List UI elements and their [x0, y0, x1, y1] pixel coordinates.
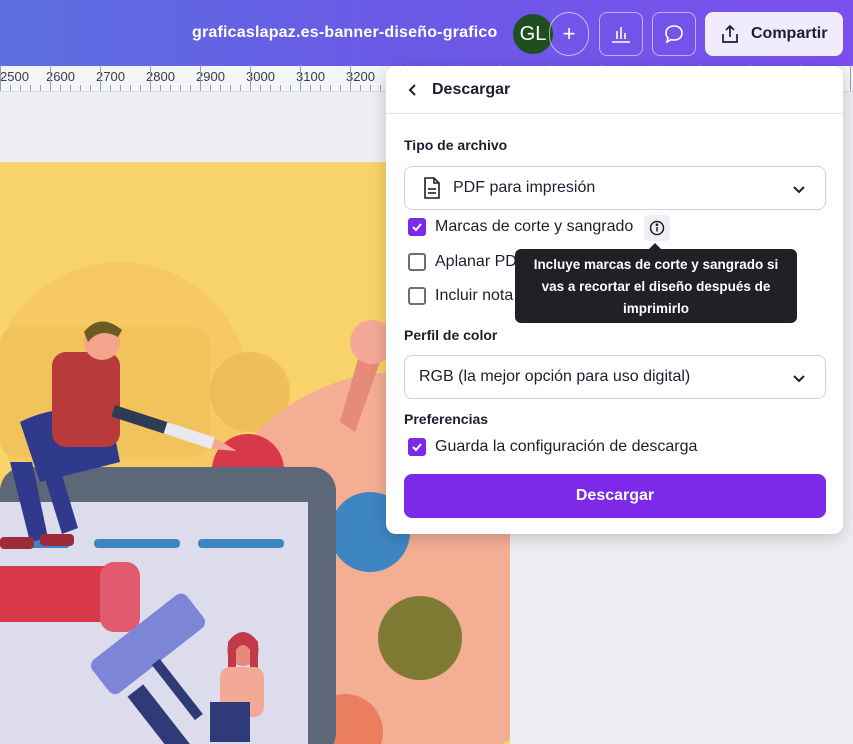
ruler-tick: [310, 85, 311, 91]
ruler-tick: [50, 65, 51, 91]
flatten-pdf-checkbox[interactable]: [408, 253, 426, 271]
ruler-tick: [100, 65, 101, 91]
check-icon: [412, 443, 422, 452]
color-profile-label: Perfil de color: [404, 327, 498, 343]
ruler-tick: [0, 65, 1, 91]
crop-marks-label: Marcas de corte y sangrado: [435, 218, 634, 235]
include-notes-checkbox[interactable]: [408, 287, 426, 305]
back-arrow-icon[interactable]: [406, 83, 420, 97]
ruler-tick: [270, 85, 271, 91]
chevron-down-icon: [793, 375, 805, 383]
ruler-tick: [260, 85, 261, 91]
ruler-tick: [210, 85, 211, 91]
crop-marks-checkbox[interactable]: [408, 218, 426, 236]
ruler-tick: [250, 65, 251, 91]
top-bar: graficaslapaz.es-banner-diseño-grafico G…: [0, 0, 853, 66]
ruler-tick: [130, 85, 131, 91]
include-notes-label: Incluir nota: [435, 287, 514, 304]
ruler-tick: [380, 85, 381, 91]
ruler-tick: [320, 85, 321, 91]
crop-marks-tooltip: Incluye marcas de corte y sangrado si va…: [515, 243, 797, 323]
ruler-tick: [60, 85, 61, 91]
crop-marks-option[interactable]: Marcas de corte y sangrado: [408, 218, 633, 236]
ruler-tick: [290, 85, 291, 91]
insights-button[interactable]: [599, 12, 643, 56]
ruler-tick: [300, 65, 301, 91]
ruler-tick: [190, 85, 191, 91]
share-label: Compartir: [751, 25, 828, 42]
ruler-tick: [150, 65, 151, 91]
color-profile-value: RGB (la mejor opción para uso digital): [419, 368, 691, 385]
include-notes-option[interactable]: Incluir nota: [408, 287, 513, 305]
ruler-tick: [10, 85, 11, 91]
file-type-value: PDF para impresión: [453, 179, 596, 196]
download-button[interactable]: Descargar: [404, 474, 826, 518]
ruler-tick: [40, 85, 41, 91]
chevron-down-icon: [793, 186, 805, 194]
share-button[interactable]: Compartir: [705, 12, 843, 56]
ruler-tick: [350, 65, 351, 91]
ruler-tick: [90, 85, 91, 91]
tooltip-line: Incluye marcas de corte y sangrado si: [533, 257, 779, 272]
ruler-tick: [80, 85, 81, 91]
save-settings-label: Guarda la configuración de descarga: [435, 438, 698, 455]
tooltip-arrow: [649, 243, 661, 249]
info-button[interactable]: [644, 215, 670, 241]
check-icon: [412, 223, 422, 232]
file-type-label: Tipo de archivo: [404, 137, 508, 153]
document-title[interactable]: graficaslapaz.es-banner-diseño-grafico: [192, 24, 497, 42]
flatten-pdf-option[interactable]: Aplanar PD: [408, 253, 517, 271]
bar-chart-icon: [612, 27, 630, 43]
ruler-tick: [140, 85, 141, 91]
ruler-tick: [850, 65, 851, 91]
ruler-tick: [20, 85, 21, 91]
info-icon: [649, 220, 665, 236]
add-collaborator-button[interactable]: +: [549, 12, 589, 56]
file-type-select[interactable]: PDF para impresión: [404, 166, 826, 210]
ruler-tick: [200, 65, 201, 91]
save-settings-option[interactable]: Guarda la configuración de descarga: [408, 438, 697, 456]
color-profile-select[interactable]: RGB (la mejor opción para uso digital): [404, 355, 826, 399]
panel-header: Descargar: [386, 66, 843, 114]
ruler-tick: [70, 85, 71, 91]
ruler-label: 2500: [0, 69, 29, 84]
tooltip-line: vas a recortar el diseño después de: [541, 279, 771, 294]
document-icon: [424, 177, 440, 199]
ruler-tick: [180, 85, 181, 91]
ruler-tick: [370, 85, 371, 91]
ruler-tick: [280, 85, 281, 91]
comment-icon: [665, 25, 683, 44]
save-settings-checkbox[interactable]: [408, 438, 426, 456]
ruler-tick: [220, 85, 221, 91]
ruler-tick: [120, 85, 121, 91]
ruler-tick: [340, 85, 341, 91]
ruler-tick: [240, 85, 241, 91]
panel-title: Descargar: [432, 80, 511, 98]
ruler-tick: [30, 85, 31, 91]
ruler-tick: [360, 85, 361, 91]
upload-icon: [722, 24, 738, 43]
ruler-tick: [110, 85, 111, 91]
ruler-tick: [230, 85, 231, 91]
preferences-label: Preferencias: [404, 411, 489, 427]
comments-button[interactable]: [652, 12, 696, 56]
tooltip-line: imprimirlo: [622, 301, 689, 316]
ruler-tick: [170, 85, 171, 91]
ruler-tick: [330, 85, 331, 91]
ruler-tick: [160, 85, 161, 91]
flatten-pdf-label: Aplanar PD: [435, 253, 517, 270]
